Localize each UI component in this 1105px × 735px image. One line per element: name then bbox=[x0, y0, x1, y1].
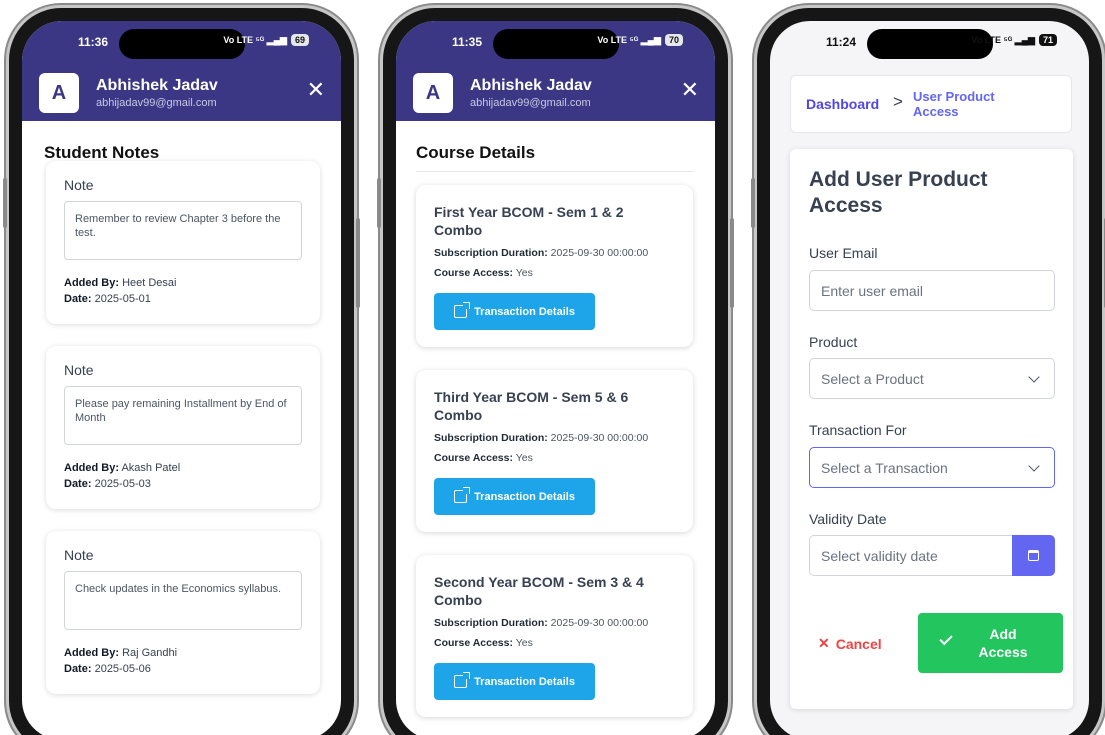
cancel-button[interactable]: ✕ Cancel bbox=[818, 635, 882, 652]
course-access: Course Access: Yes bbox=[434, 267, 533, 279]
note-added-by: Added By: Heet Desai bbox=[64, 277, 177, 289]
network-icon: Vo LTE ⁵ᴳ ▂▄▆ bbox=[971, 34, 1035, 45]
course-title: First Year BCOM - Sem 1 & 2 Combo bbox=[434, 204, 624, 238]
user-name: Abhishek Jadav bbox=[470, 77, 592, 94]
note-card: Note Remember to review Chapter 3 before… bbox=[46, 161, 320, 324]
note-text: Please pay remaining Installment by End … bbox=[64, 386, 302, 445]
note-label: Note bbox=[64, 547, 94, 563]
note-added-by: Added By: Akash Patel bbox=[64, 462, 181, 474]
external-link-icon bbox=[454, 487, 471, 503]
transaction-details-button[interactable]: Transaction Details bbox=[434, 478, 595, 515]
course-duration: Subscription Duration: 2025-09-30 00:00:… bbox=[434, 617, 649, 629]
note-date: Date: 2025-05-01 bbox=[64, 293, 151, 305]
status-bar: 11:35 Vo LTE ⁵ᴳ ▂▄▆ 70 bbox=[396, 21, 715, 65]
battery-icon: 71 bbox=[1038, 34, 1057, 46]
phone-courses: A Abhishek Jadav abhijadav99@gmail.com ✕… bbox=[377, 8, 734, 735]
close-icon[interactable]: ✕ bbox=[681, 79, 699, 101]
course-title: Second Year BCOM - Sem 3 & 4 Combo bbox=[434, 574, 644, 608]
transaction-select[interactable]: Select a Transaction bbox=[809, 447, 1055, 488]
network-icon: Vo LTE ⁵ᴳ ▂▄▆ bbox=[597, 34, 661, 45]
courses-screen: A Abhishek Jadav abhijadav99@gmail.com ✕… bbox=[396, 21, 715, 735]
phone-access-form: 11:24 Vo LTE ⁵ᴳ ▂▄▆ 71 Dashboard > User … bbox=[751, 8, 1105, 735]
note-date: Date: 2025-05-03 bbox=[64, 478, 151, 490]
calendar-icon bbox=[1028, 550, 1039, 561]
user-email: abhijadav99@gmail.com bbox=[96, 97, 217, 109]
product-label: Product bbox=[809, 334, 858, 350]
transaction-select-value: Select a Transaction bbox=[821, 459, 948, 476]
course-card: Third Year BCOM - Sem 5 & 6 Combo Subscr… bbox=[416, 370, 693, 532]
transaction-details-button[interactable]: Transaction Details bbox=[434, 293, 595, 330]
status-bar: 11:36 Vo LTE ⁵ᴳ ▂▄▆ 69 bbox=[22, 21, 341, 65]
chevron-down-icon bbox=[1028, 370, 1040, 383]
battery-icon: 70 bbox=[664, 34, 683, 46]
status-time: 11:24 bbox=[826, 35, 857, 49]
status-time: 11:35 bbox=[452, 35, 483, 49]
check-icon bbox=[939, 631, 953, 646]
external-link-icon bbox=[454, 302, 471, 318]
divider bbox=[416, 171, 694, 172]
chevron-down-icon bbox=[1028, 459, 1040, 472]
status-bar: 11:24 Vo LTE ⁵ᴳ ▂▄▆ 71 bbox=[770, 21, 1089, 65]
page-title: Student Notes bbox=[44, 143, 160, 162]
email-placeholder: Enter user email bbox=[821, 282, 923, 299]
page-title: Course Details bbox=[416, 143, 536, 162]
notes-screen: A Abhishek Jadav abhijadav99@gmail.com ✕… bbox=[22, 21, 341, 735]
avatar: A bbox=[413, 73, 453, 113]
validity-label: Validity Date bbox=[809, 511, 887, 527]
user-name: Abhishek Jadav bbox=[96, 77, 218, 94]
user-email: abhijadav99@gmail.com bbox=[470, 97, 591, 109]
add-access-button[interactable]: Add Access bbox=[918, 613, 1063, 673]
battery-icon: 69 bbox=[290, 34, 309, 46]
transaction-details-button[interactable]: Transaction Details bbox=[434, 663, 595, 700]
calendar-button[interactable] bbox=[1012, 535, 1055, 576]
validity-placeholder: Select validity date bbox=[821, 547, 938, 564]
status-icons: Vo LTE ⁵ᴳ ▂▄▆ 69 bbox=[223, 34, 309, 46]
add-access-label: Add Access bbox=[978, 626, 1028, 660]
course-duration: Subscription Duration: 2025-09-30 00:00:… bbox=[434, 432, 649, 444]
course-access: Course Access: Yes bbox=[434, 452, 533, 464]
access-screen: 11:24 Vo LTE ⁵ᴳ ▂▄▆ 71 Dashboard > User … bbox=[770, 21, 1089, 735]
phone-notes: A Abhishek Jadav abhijadav99@gmail.com ✕… bbox=[3, 8, 360, 735]
note-text: Remember to review Chapter 3 before the … bbox=[64, 201, 302, 260]
email-label: User Email bbox=[809, 245, 878, 261]
external-link-icon bbox=[454, 672, 471, 688]
button-label: Transaction Details bbox=[474, 490, 575, 503]
cancel-label: Cancel bbox=[835, 635, 882, 652]
breadcrumb-separator: > bbox=[893, 92, 903, 111]
note-date: Date: 2025-05-06 bbox=[64, 663, 151, 675]
close-icon[interactable]: ✕ bbox=[307, 79, 325, 101]
close-icon: ✕ bbox=[818, 635, 830, 651]
breadcrumb-dashboard-link[interactable]: Dashboard bbox=[806, 96, 879, 112]
status-icons: Vo LTE ⁵ᴳ ▂▄▆ 70 bbox=[597, 34, 683, 46]
breadcrumb: Dashboard > User Product Access bbox=[790, 75, 1072, 133]
product-select[interactable]: Select a Product bbox=[809, 358, 1055, 399]
form-title: Add User Product Access bbox=[809, 168, 988, 217]
course-card: Second Year BCOM - Sem 3 & 4 Combo Subsc… bbox=[416, 555, 693, 717]
email-field[interactable]: Enter user email bbox=[809, 270, 1055, 311]
transaction-label: Transaction For bbox=[809, 422, 907, 438]
course-title: Third Year BCOM - Sem 5 & 6 Combo bbox=[434, 389, 629, 423]
network-icon: Vo LTE ⁵ᴳ ▂▄▆ bbox=[223, 34, 287, 45]
note-label: Note bbox=[64, 362, 94, 378]
breadcrumb-current: User Product Access bbox=[913, 89, 995, 119]
course-access: Course Access: Yes bbox=[434, 637, 533, 649]
avatar: A bbox=[39, 73, 79, 113]
button-label: Transaction Details bbox=[474, 305, 575, 318]
note-added-by: Added By: Raj Gandhi bbox=[64, 647, 178, 659]
note-card: Note Check updates in the Economics syll… bbox=[46, 531, 320, 694]
product-select-value: Select a Product bbox=[821, 370, 924, 387]
course-card: First Year BCOM - Sem 1 & 2 Combo Subscr… bbox=[416, 185, 693, 347]
button-label: Transaction Details bbox=[474, 675, 575, 688]
note-card: Note Please pay remaining Installment by… bbox=[46, 346, 320, 509]
status-time: 11:36 bbox=[78, 35, 109, 49]
note-text: Check updates in the Economics syllabus. bbox=[64, 571, 302, 630]
note-label: Note bbox=[64, 177, 94, 193]
status-icons: Vo LTE ⁵ᴳ ▂▄▆ 71 bbox=[971, 34, 1057, 46]
access-form: Add User Product Access User Email Enter… bbox=[790, 149, 1073, 709]
course-duration: Subscription Duration: 2025-09-30 00:00:… bbox=[434, 247, 649, 259]
validity-date-input[interactable]: Select validity date bbox=[809, 535, 1013, 576]
